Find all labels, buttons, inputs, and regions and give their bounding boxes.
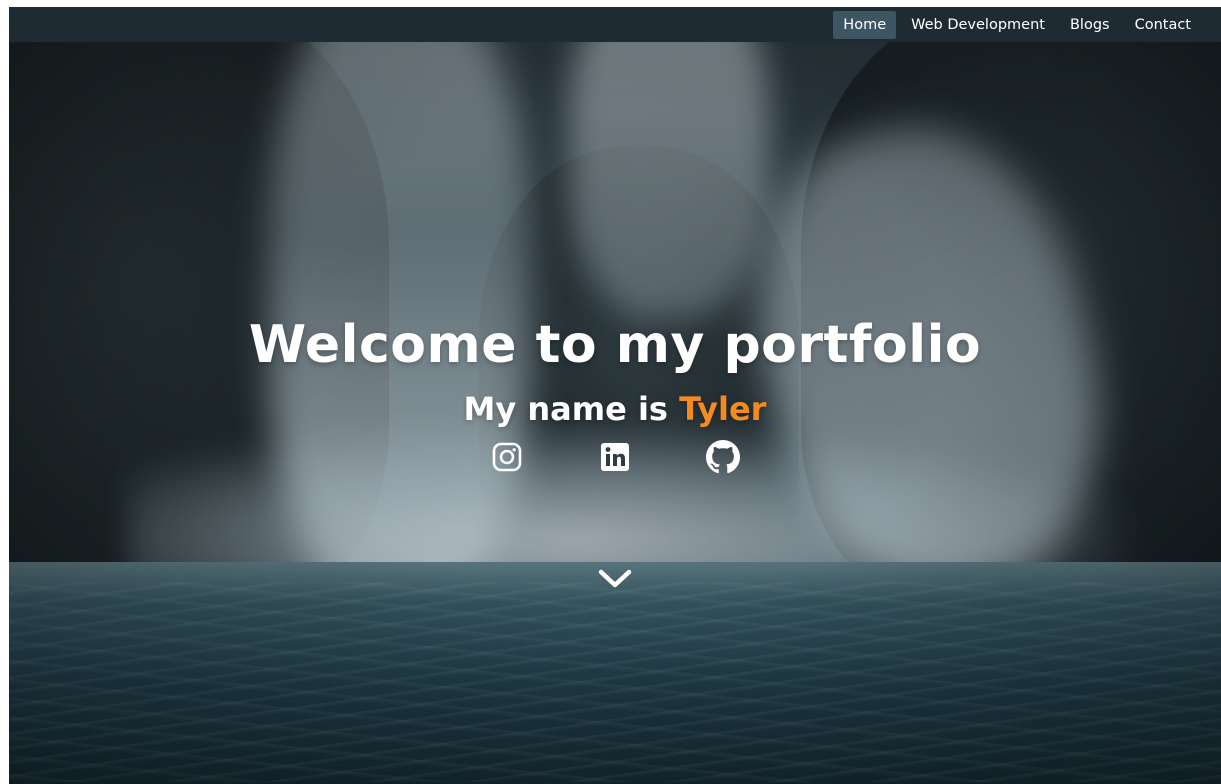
hero-subtitle: My name is Tyler	[9, 387, 1221, 431]
hero-content: Welcome to my portfolio My name is Tyler	[9, 307, 1221, 477]
chevron-down-icon[interactable]	[597, 565, 633, 593]
github-icon[interactable]	[705, 439, 741, 475]
nav-blogs-link[interactable]: Blogs	[1060, 11, 1120, 39]
linkedin-icon[interactable]	[597, 439, 633, 475]
browser-viewport: Home Web Development Blogs Contact Welco…	[9, 7, 1221, 784]
top-navbar: Home Web Development Blogs Contact	[9, 7, 1221, 42]
nav-home-link[interactable]: Home	[833, 10, 897, 39]
hero-title: Welcome to my portfolio	[248, 315, 982, 375]
name-highlight: Tyler	[679, 390, 767, 428]
instagram-icon[interactable]	[489, 439, 525, 475]
nav-web-development-link[interactable]: Web Development	[901, 11, 1055, 39]
subtitle-prefix: My name is	[463, 390, 668, 428]
social-links	[9, 437, 1221, 477]
nav-contact-link[interactable]: Contact	[1125, 11, 1201, 39]
